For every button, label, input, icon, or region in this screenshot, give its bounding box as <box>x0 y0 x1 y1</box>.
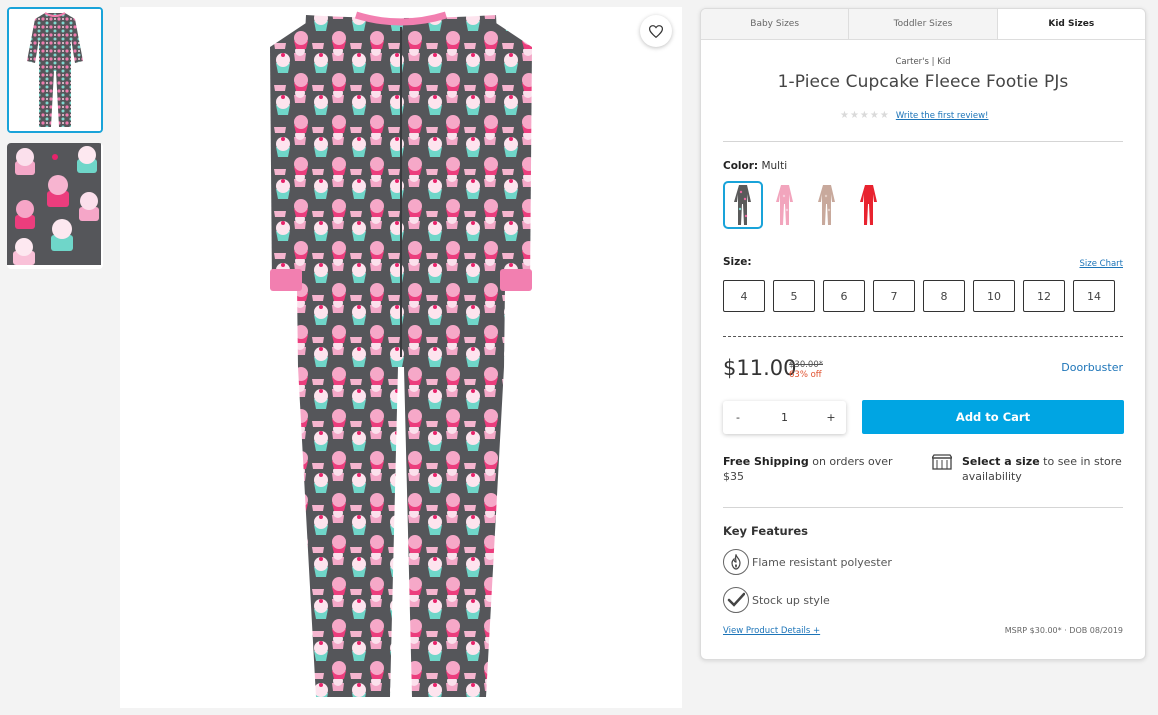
key-features-title: Key Features <box>723 524 808 538</box>
add-to-cart-button[interactable]: Add to Cart <box>862 400 1124 434</box>
feature-item: Stock up style <box>723 587 830 613</box>
product-title: 1-Piece Cupcake Fleece Footie PJs <box>777 72 1069 92</box>
free-shipping-info: Free Shipping on orders over $35 <box>723 454 913 484</box>
thumbnail-fabric-image <box>7 143 101 265</box>
color-label-row: Color: Multi <box>723 160 787 172</box>
rating-row: ★★★★★ Write the first review! <box>840 110 988 121</box>
swatch-multi-image <box>734 185 751 225</box>
feature-label: Stock up style <box>752 593 830 607</box>
store-availability-text: Select a size to see in store availabili… <box>962 454 1132 484</box>
original-price: $30.00* <box>789 360 823 370</box>
size-chart-link[interactable]: Size Chart <box>1079 259 1123 269</box>
size-button-7[interactable]: 7 <box>873 280 915 312</box>
size-options: 4 5 6 7 8 10 12 14 <box>723 280 1115 312</box>
msrp-info: MSRP $30.00* · DOB 08/2019 <box>1004 626 1123 635</box>
color-value: Multi <box>761 160 788 172</box>
thumbnail-pajama-image <box>9 9 101 131</box>
swatch-multi[interactable] <box>723 181 763 229</box>
size-range-tabs: Baby Sizes Toddler Sizes Kid Sizes <box>701 9 1145 40</box>
tab-toddler-sizes[interactable]: Toddler Sizes <box>849 9 998 39</box>
swatch-taupe-image <box>818 185 835 225</box>
size-button-6[interactable]: 6 <box>823 280 865 312</box>
divider <box>723 141 1123 142</box>
increase-quantity-button[interactable]: + <box>824 411 838 424</box>
flame-icon <box>723 549 749 575</box>
thumbnail-2[interactable] <box>7 143 103 269</box>
swatch-pink[interactable] <box>765 181 805 229</box>
heart-icon <box>649 24 663 38</box>
thumbnail-1[interactable] <box>7 7 103 133</box>
swatch-pink-image <box>776 185 793 225</box>
select-size-label[interactable]: Select a size <box>962 455 1040 468</box>
store-icon <box>932 454 952 470</box>
free-shipping-label: Free Shipping <box>723 455 809 468</box>
swatch-taupe[interactable] <box>807 181 847 229</box>
size-label-row: Size: <box>723 256 752 268</box>
main-product-image <box>120 7 682 708</box>
color-label: Color: <box>723 160 759 172</box>
view-product-details-link[interactable]: View Product Details + <box>723 626 820 636</box>
size-button-12[interactable]: 12 <box>1023 280 1065 312</box>
size-button-14[interactable]: 14 <box>1073 280 1115 312</box>
star-rating: ★★★★★ <box>840 110 890 121</box>
write-review-link[interactable]: Write the first review! <box>896 111 989 121</box>
quantity-stepper: - 1 + <box>723 401 846 434</box>
discount-label: 63% off <box>789 370 822 380</box>
size-button-8[interactable]: 8 <box>923 280 965 312</box>
decrease-quantity-button[interactable]: - <box>731 411 745 424</box>
swatch-red-image <box>860 185 877 225</box>
size-button-4[interactable]: 4 <box>723 280 765 312</box>
dashed-divider <box>723 336 1123 337</box>
store-availability: Select a size to see in store availabili… <box>932 454 1132 484</box>
size-label: Size: <box>723 256 752 268</box>
brand-label: Carter's | Kid <box>895 57 951 67</box>
deal-badge: Doorbuster <box>1061 361 1123 374</box>
pajama-image <box>270 11 532 697</box>
favorite-button[interactable] <box>640 15 672 47</box>
quantity-value[interactable]: 1 <box>781 411 788 424</box>
color-swatches <box>723 181 889 229</box>
feature-label: Flame resistant polyester <box>752 555 892 569</box>
tab-baby-sizes[interactable]: Baby Sizes <box>701 9 850 39</box>
product-panel: Baby Sizes Toddler Sizes Kid Sizes Carte… <box>700 8 1146 660</box>
size-button-5[interactable]: 5 <box>773 280 815 312</box>
divider-features <box>723 507 1123 508</box>
checkmark-icon <box>723 587 749 613</box>
swatch-red[interactable] <box>849 181 889 229</box>
sale-price: $11.00 <box>723 356 797 380</box>
size-button-10[interactable]: 10 <box>973 280 1015 312</box>
thumbnail-list <box>7 7 103 279</box>
tab-kid-sizes[interactable]: Kid Sizes <box>997 9 1145 39</box>
feature-item: Flame resistant polyester <box>723 549 892 575</box>
